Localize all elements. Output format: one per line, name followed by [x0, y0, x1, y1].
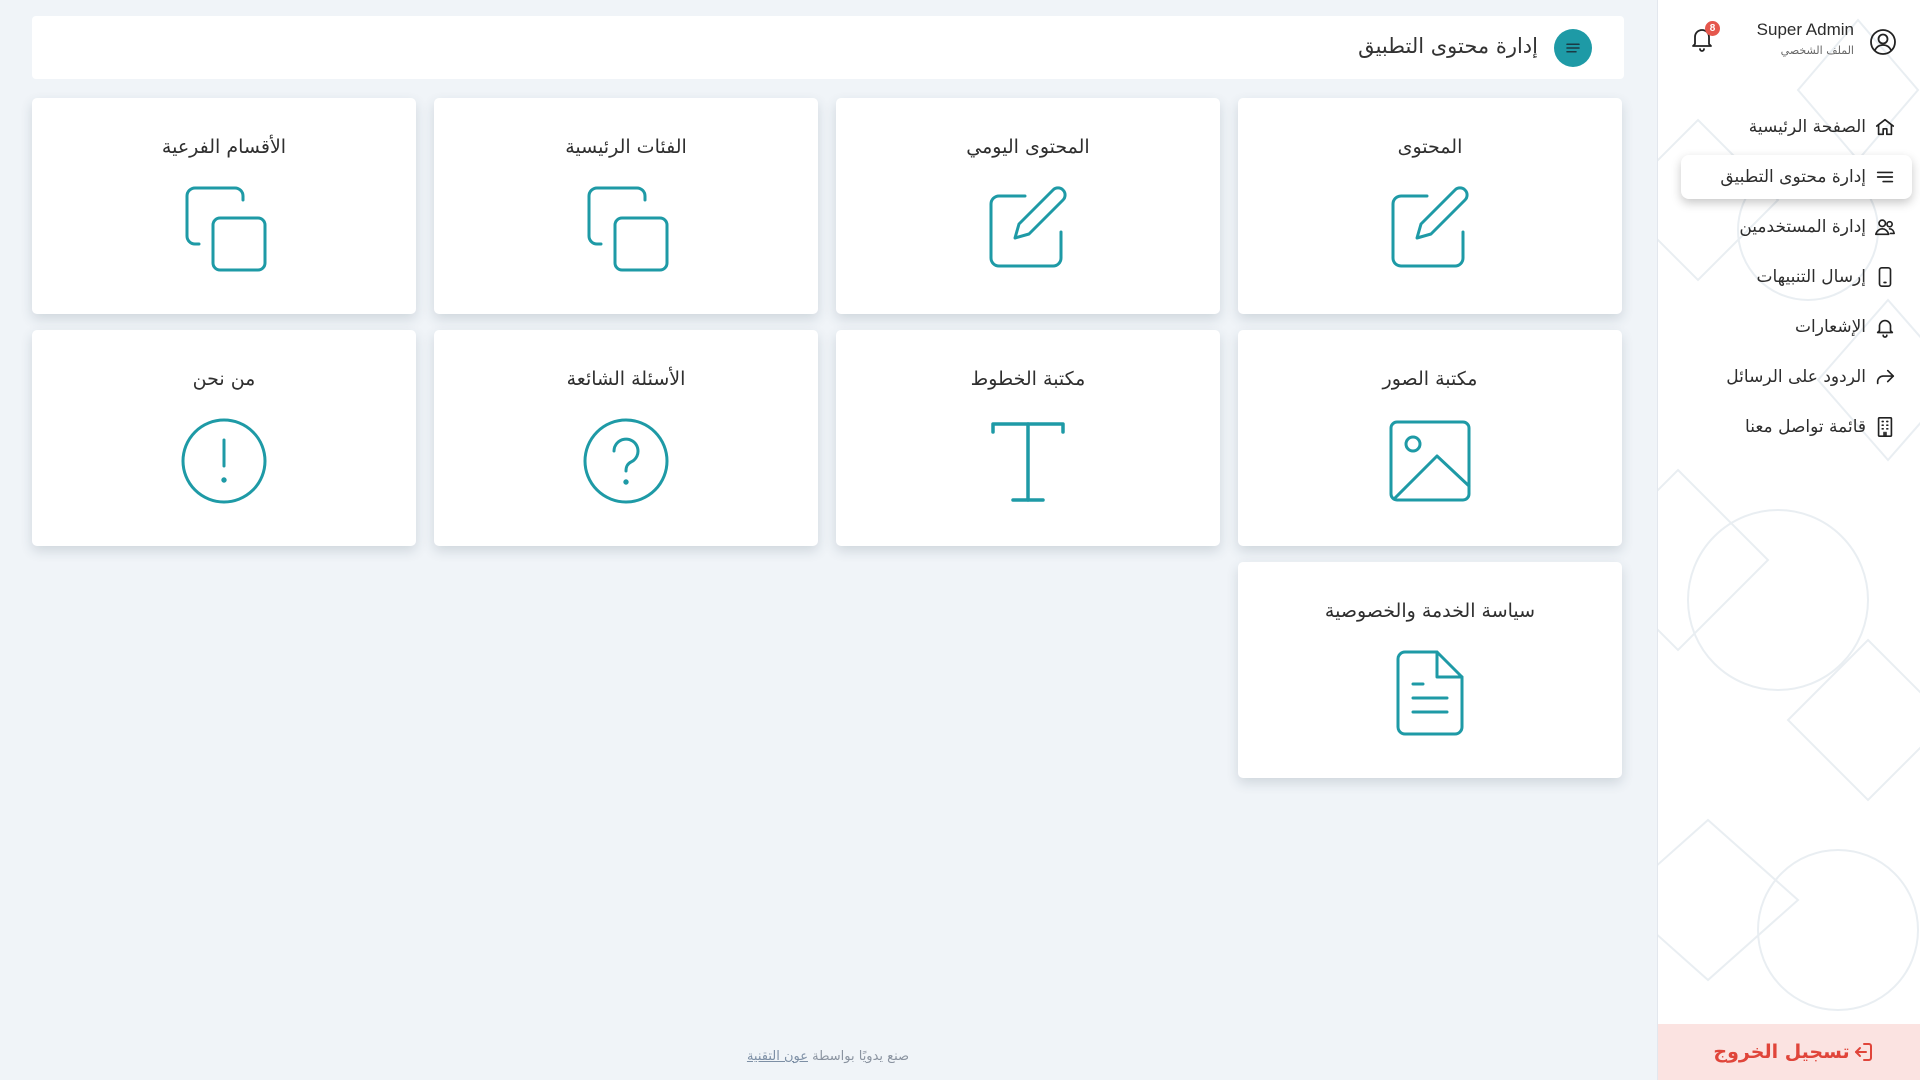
card-title: الفئات الرئيسية	[565, 136, 687, 158]
document-icon	[1396, 650, 1464, 736]
footer-text: صنع يدويًا بواسطة	[812, 1049, 910, 1064]
sidebar-item-app-content[interactable]: إدارة محتوى التطبيق	[1681, 155, 1912, 199]
sidebar-item-label: الصفحة الرئيسية	[1748, 117, 1866, 137]
profile-subtitle: الملف الشخصي	[1780, 44, 1854, 57]
footer: صنع يدويًا بواسطة عون التقنية	[32, 1049, 1624, 1064]
card-title: الأسئلة الشائعة	[566, 368, 686, 390]
sidebar-item-message-replies[interactable]: الردود على الرسائل	[1658, 352, 1920, 402]
sidebar-item-label: إرسال التنبيهات	[1756, 267, 1866, 287]
sidebar-item-notifications[interactable]: الإشعارات	[1658, 302, 1920, 352]
menu-toggle-button[interactable]	[1554, 29, 1592, 67]
sidebar-item-contact-list[interactable]: قائمة تواصل معنا	[1658, 402, 1920, 452]
card-faq[interactable]: الأسئلة الشائعة	[434, 330, 818, 546]
card-main-categories[interactable]: الفئات الرئيسية	[434, 98, 818, 314]
home-icon	[1875, 118, 1895, 136]
profile-name: Super Admin	[1756, 20, 1854, 39]
menu-lines-icon	[1876, 171, 1894, 183]
reply-arrow-icon	[1876, 369, 1895, 385]
card-title: المحتوى	[1397, 136, 1463, 158]
footer-link[interactable]: عون التقنية	[747, 1049, 808, 1064]
card-title: مكتبة الصور	[1382, 368, 1478, 390]
card-about-us[interactable]: من نحن	[32, 330, 416, 546]
copy-icon	[587, 186, 669, 272]
sidebar-item-home[interactable]: الصفحة الرئيسية	[1658, 102, 1920, 152]
card-title: سياسة الخدمة والخصوصية	[1324, 600, 1536, 622]
card-image-library[interactable]: مكتبة الصور	[1238, 330, 1622, 546]
card-terms-privacy[interactable]: سياسة الخدمة والخصوصية	[1238, 562, 1622, 778]
user-circle-icon	[1870, 29, 1896, 55]
question-circle-icon	[583, 418, 669, 504]
logout-button[interactable]: تسجيل الخروج	[1658, 1024, 1920, 1080]
edit-icon	[1391, 186, 1469, 268]
top-bar: إدارة محتوى التطبيق	[32, 16, 1624, 79]
phone-icon	[1878, 267, 1892, 287]
sidebar-item-label: الإشعارات	[1795, 317, 1866, 337]
profile[interactable]: Super Admin الملف الشخصي 8	[1658, 18, 1920, 62]
menu-lines-icon	[1566, 43, 1580, 53]
card-title: الأقسام الفرعية	[161, 136, 287, 158]
sidebar-item-label: إدارة محتوى التطبيق	[1720, 167, 1866, 187]
logout-icon	[1854, 1043, 1872, 1061]
page-title: إدارة محتوى التطبيق	[1358, 34, 1538, 58]
sidebar-item-label: قائمة تواصل معنا	[1745, 417, 1866, 437]
card-title: مكتبة الخطوط	[970, 368, 1086, 390]
type-icon	[991, 422, 1065, 502]
sidebar-item-label: الردود على الرسائل	[1726, 367, 1866, 387]
users-icon	[1875, 219, 1895, 236]
sidebar: Super Admin الملف الشخصي 8 الصفحة الرئيس…	[1657, 0, 1920, 1080]
sidebar-item-label: إدارة المستخدمين	[1739, 217, 1866, 237]
card-title: من نحن	[192, 368, 256, 390]
card-sub-sections[interactable]: الأقسام الفرعية	[32, 98, 416, 314]
card-daily-content[interactable]: المحتوى اليومي	[836, 98, 1220, 314]
sidebar-item-send-alerts[interactable]: إرسال التنبيهات	[1658, 252, 1920, 302]
card-title: المحتوى اليومي	[966, 136, 1090, 158]
bell-icon	[1876, 319, 1894, 338]
building-icon	[1877, 417, 1893, 437]
app-root: إدارة محتوى التطبيق المحتوى المحتوى اليو…	[0, 0, 1920, 1080]
notification-badge: 8	[1705, 21, 1720, 36]
card-content[interactable]: المحتوى	[1238, 98, 1622, 314]
edit-icon	[989, 186, 1067, 268]
logout-label: تسجيل الخروج	[1713, 1041, 1850, 1063]
exclamation-circle-icon	[181, 418, 267, 504]
sidebar-nav: الصفحة الرئيسية إدارة محتوى التطبيق إدار…	[1658, 102, 1920, 452]
image-icon	[1389, 420, 1471, 502]
copy-icon	[185, 186, 267, 272]
sidebar-item-users[interactable]: إدارة المستخدمين	[1658, 202, 1920, 252]
card-font-library[interactable]: مكتبة الخطوط	[836, 330, 1220, 546]
